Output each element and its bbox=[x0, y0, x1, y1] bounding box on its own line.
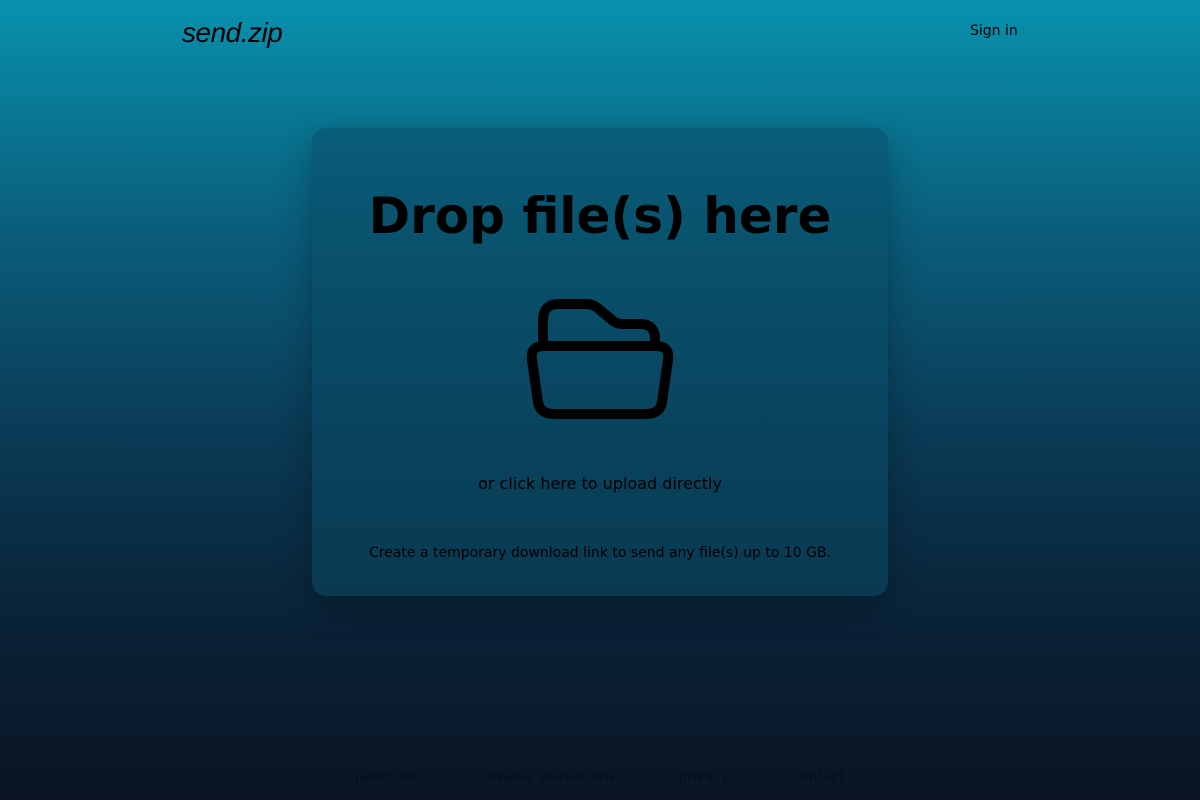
upload-directly-link[interactable]: or click here to upload directly bbox=[478, 474, 722, 493]
folder-open-icon bbox=[526, 299, 674, 419]
footer-link-disable-animations[interactable]: disable animations bbox=[484, 769, 616, 785]
logo[interactable]: send.zip bbox=[182, 16, 283, 50]
footer-link-contact[interactable]: contact bbox=[792, 769, 844, 785]
footer-link-jared[interactable]: jared.ooo bbox=[356, 769, 422, 785]
upload-directly-row: or click here to upload directly bbox=[0, 474, 1200, 494]
footer-link-privacy[interactable]: privacy bbox=[678, 769, 729, 785]
sign-in-link[interactable]: Sign in bbox=[970, 22, 1018, 40]
footer: jared.ooo disable animations privacy con… bbox=[0, 768, 1200, 786]
dropzone-description: Create a temporary download link to send… bbox=[368, 545, 832, 561]
